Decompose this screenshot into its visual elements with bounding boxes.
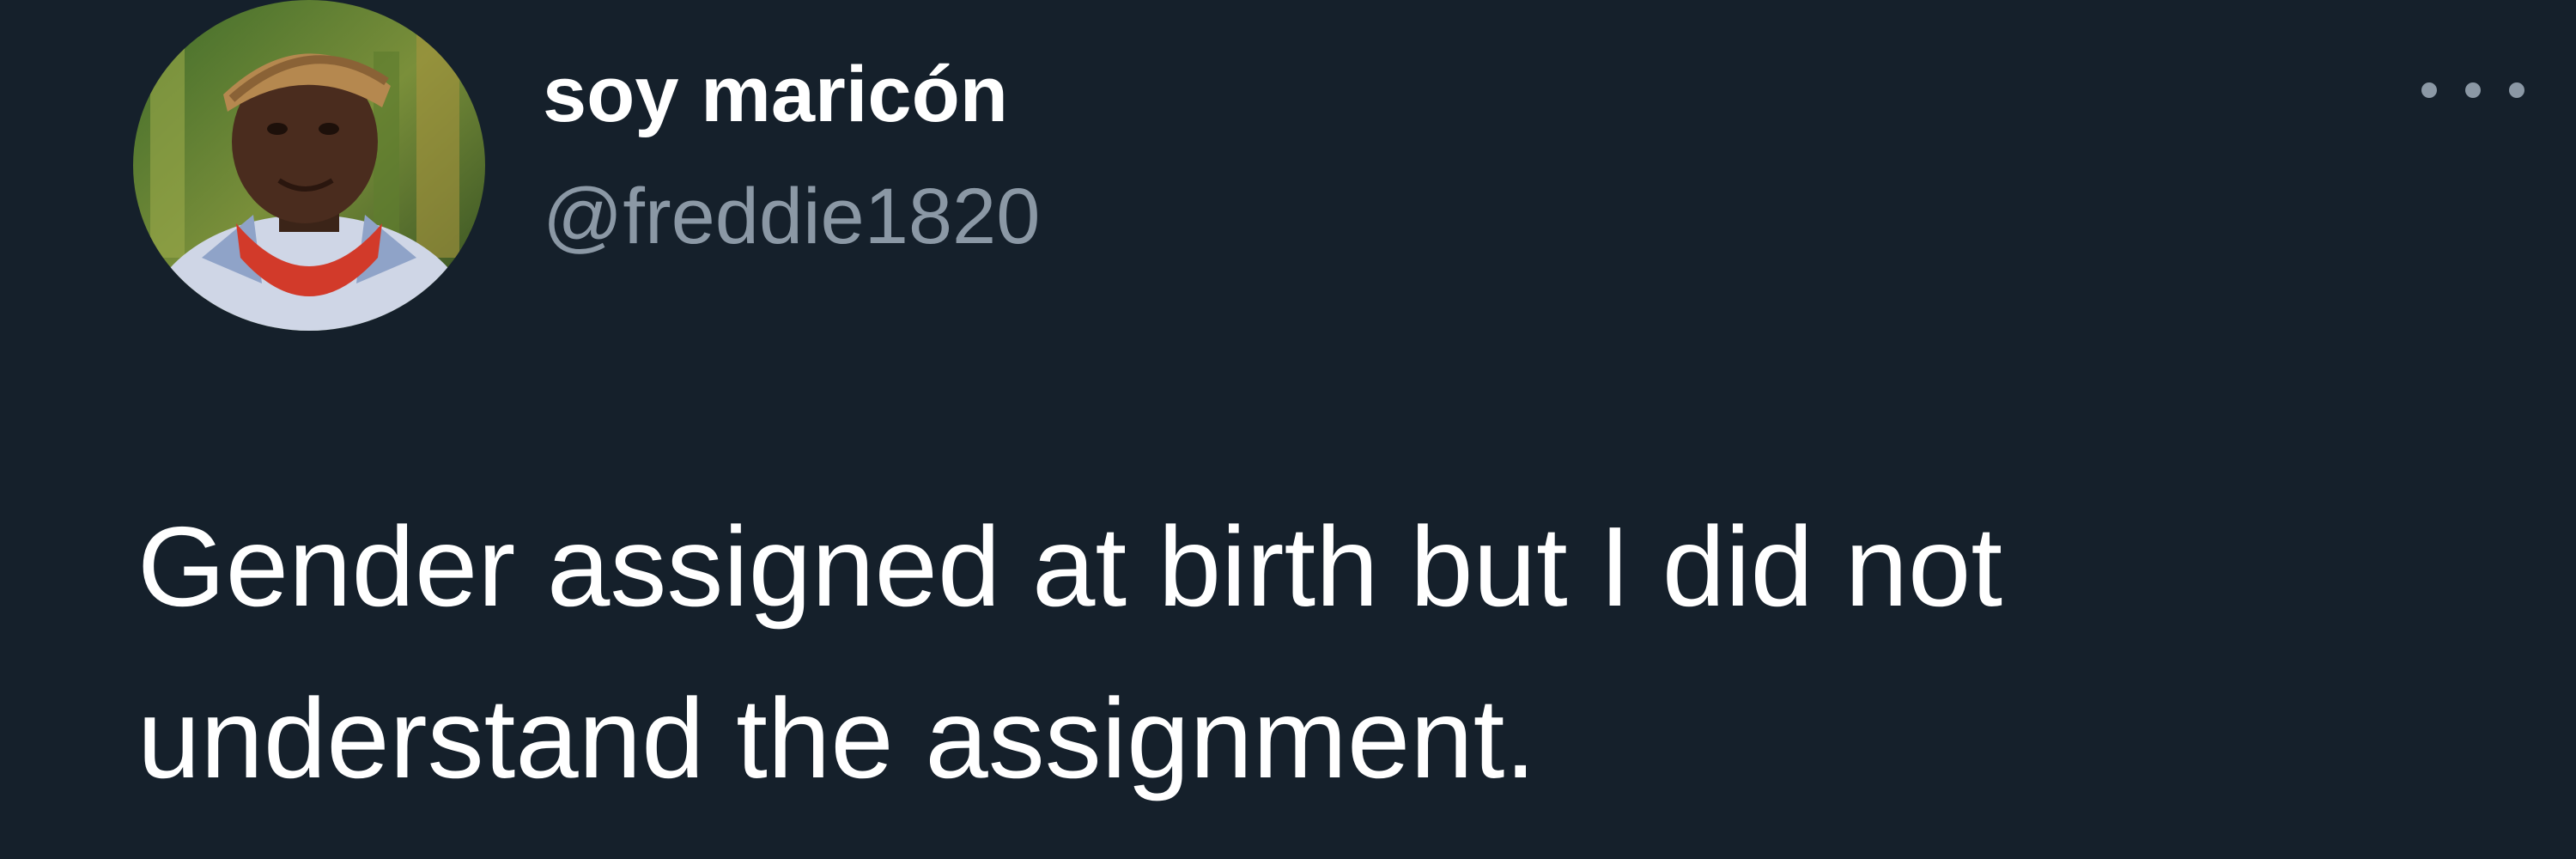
display-name[interactable]: soy maricón (543, 50, 1008, 140)
more-horizontal-icon (2421, 82, 2437, 98)
avatar-photo (133, 0, 485, 331)
user-handle[interactable]: @freddie1820 (543, 172, 1040, 262)
tweet-card: soy maricón @freddie1820 Gender assigned… (0, 0, 2576, 859)
tweet-text: Gender assigned at birth but I did not u… (137, 503, 2003, 801)
more-horizontal-icon (2465, 82, 2481, 98)
more-horizontal-icon (2509, 82, 2524, 98)
avatar[interactable] (133, 0, 485, 331)
more-options-button[interactable] (2421, 60, 2524, 120)
